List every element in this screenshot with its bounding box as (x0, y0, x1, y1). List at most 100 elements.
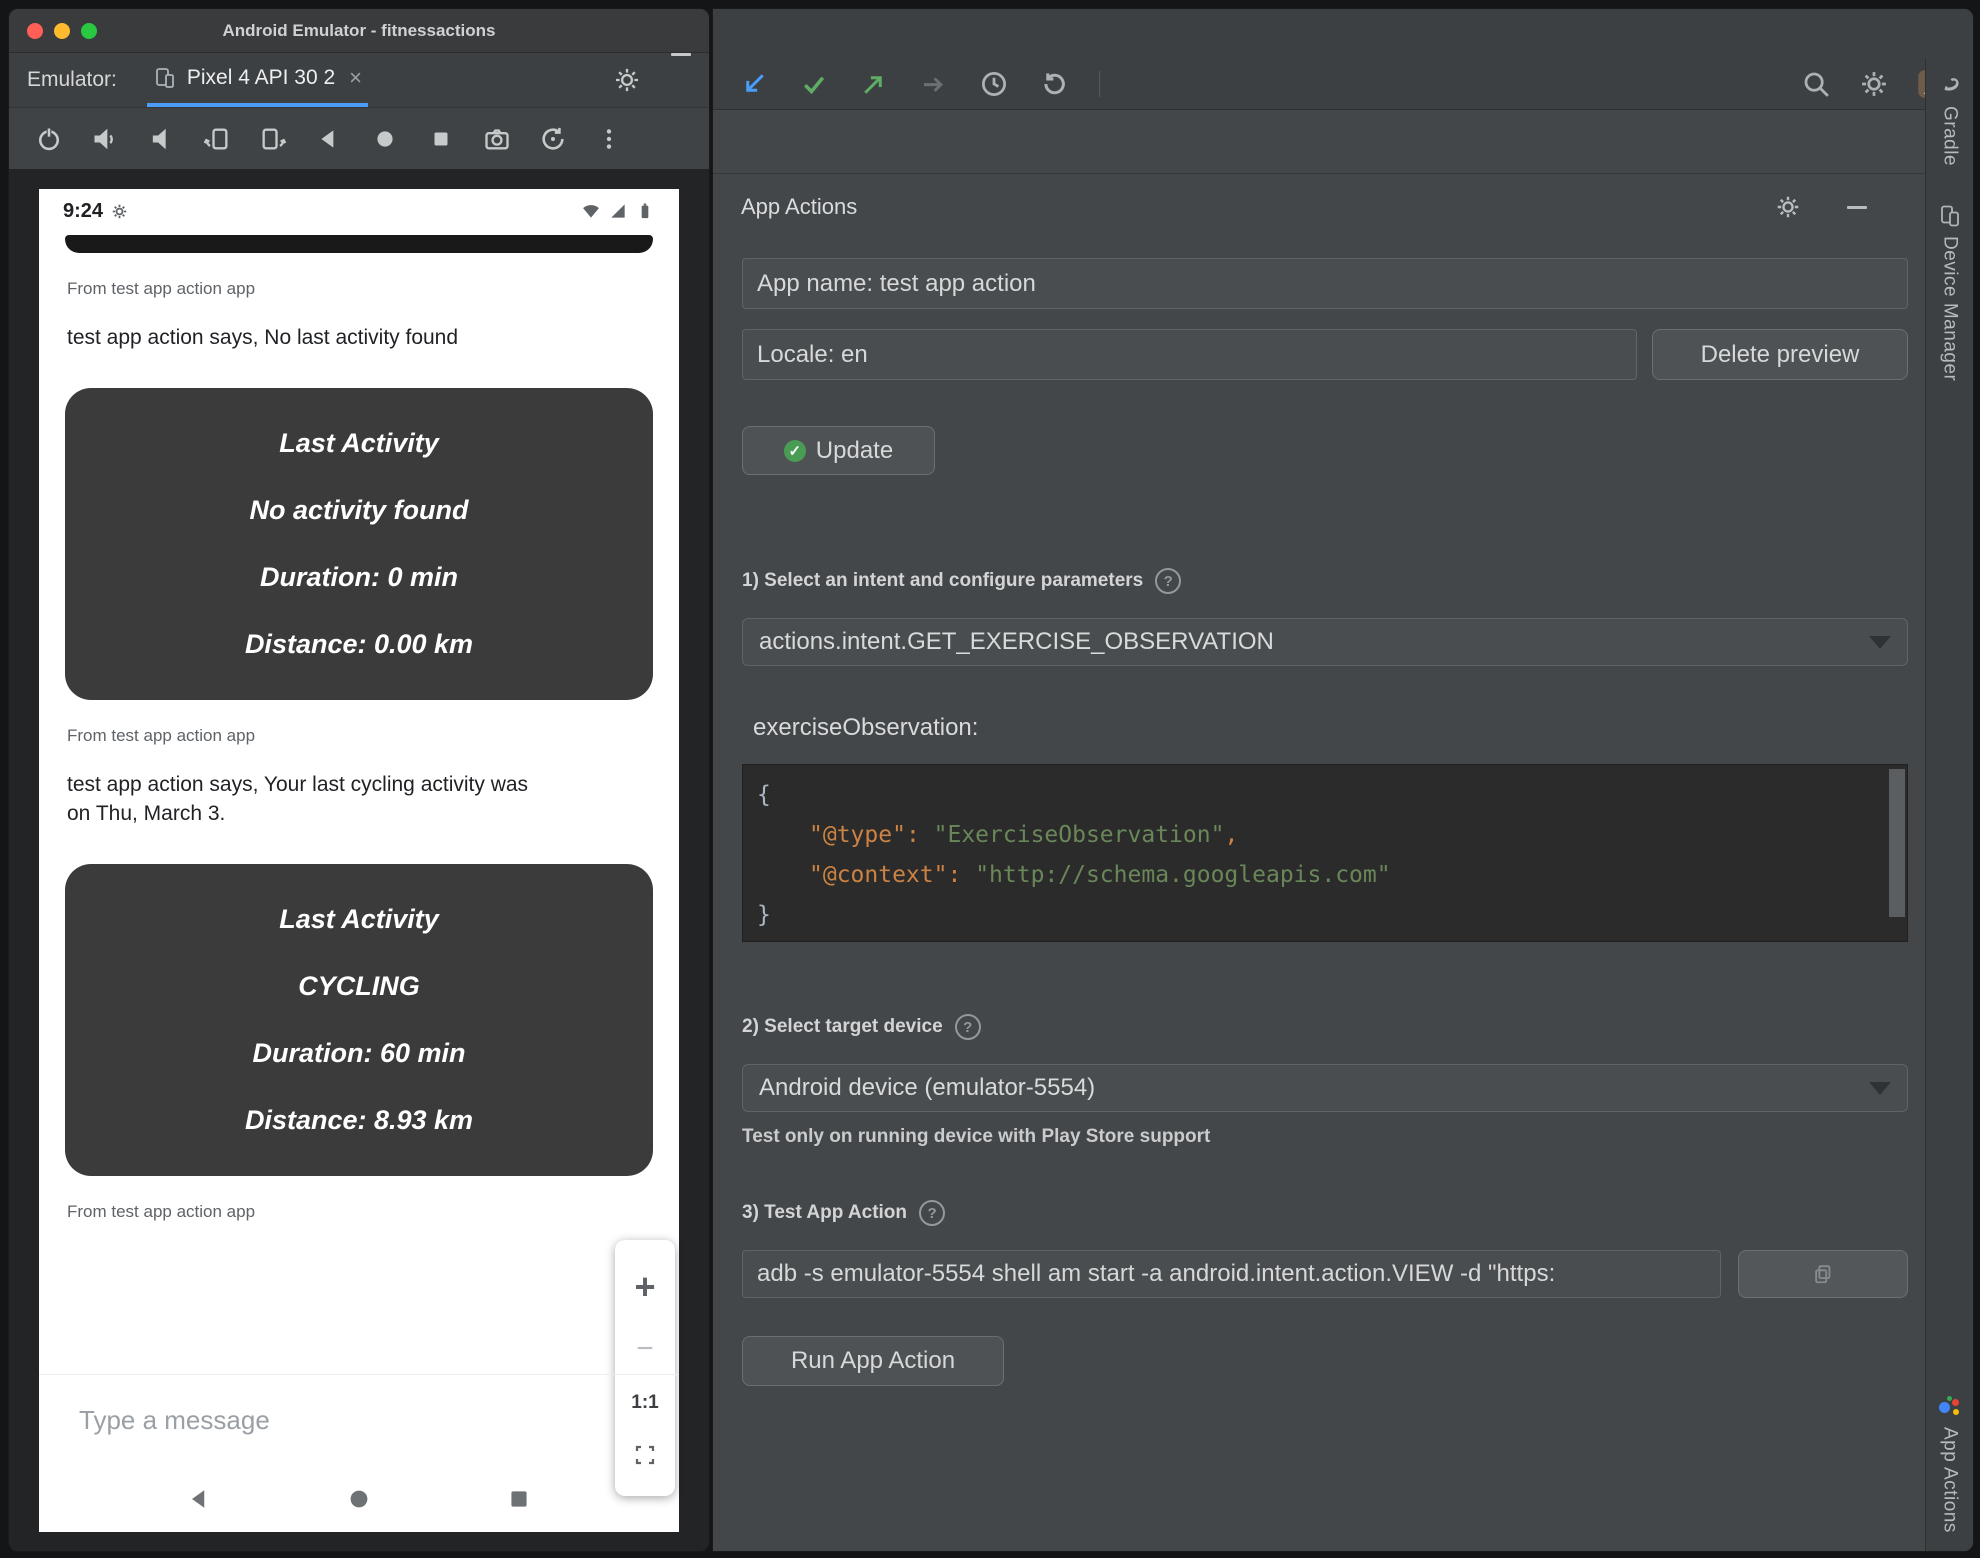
home-icon[interactable] (371, 125, 399, 153)
emulator-settings-gear-icon[interactable] (613, 66, 641, 94)
copy-icon (1812, 1263, 1834, 1285)
screen-rotate-icon[interactable] (539, 125, 567, 153)
card-distance: Distance: 8.93 km (244, 1105, 474, 1135)
tab-label: Pixel 4 API 30 2 (186, 66, 336, 89)
assistant-message: test app action says, No last activity f… (67, 326, 459, 349)
search-icon[interactable] (1801, 69, 1831, 99)
power-icon[interactable] (35, 125, 63, 153)
target-device-dropdown[interactable]: Android device (emulator-5554) (742, 1064, 1908, 1112)
rotate-right-icon[interactable] (259, 125, 287, 153)
zoom-in-button[interactable]: + (634, 1268, 655, 1305)
app-name-field[interactable] (742, 258, 1908, 309)
desktop: Android Emulator - fitnessactions Emulat… (0, 0, 1980, 1558)
message-input[interactable] (39, 1405, 487, 1436)
signal-icon (608, 201, 628, 221)
assistant-icon (1938, 1395, 1962, 1419)
intent-value: actions.intent.GET_EXERCISE_OBSERVATION (759, 628, 1274, 655)
card-title: Last Activity (279, 428, 439, 458)
emulator-window: Android Emulator - fitnessactions Emulat… (8, 8, 710, 1552)
adb-command-field[interactable] (742, 1250, 1721, 1298)
copy-command-button[interactable] (1738, 1250, 1908, 1298)
vcs-push-icon[interactable] (859, 69, 889, 99)
ide-top-strip (713, 9, 1973, 58)
back-icon[interactable] (315, 125, 343, 153)
message-source-label: From test app action app (67, 279, 256, 298)
card-duration: Duration: 0 min (259, 562, 458, 592)
message-source-label: From test app action app (67, 1202, 256, 1221)
help-icon[interactable]: ? (1155, 568, 1182, 594)
chat-conversation: From test app action app test app action… (39, 235, 679, 1222)
help-icon[interactable]: ? (919, 1200, 946, 1226)
chevron-down-icon (1869, 635, 1891, 649)
gradle-tool-button[interactable]: Gradle (1938, 74, 1962, 166)
window-title: Android Emulator - fitnessactions (222, 20, 496, 40)
tab-pixel-4-api-30[interactable]: Pixel 4 API 30 2 × (146, 53, 368, 107)
last-activity-card: Last Activity CYCLING Duration: 60 min D… (65, 864, 653, 1176)
card-duration: Duration: 60 min (252, 1038, 466, 1068)
screenshot-camera-icon[interactable] (483, 125, 511, 153)
parameter-name-label: exerciseObservation: (753, 714, 979, 741)
gradle-icon (1938, 74, 1962, 98)
settings-gear-icon[interactable] (1859, 69, 1889, 99)
chevron-down-icon (1869, 1081, 1891, 1095)
right-tool-strip: Gradle Device Manager App Actions (1925, 58, 1973, 1551)
emulator-minimize-panel-icon[interactable] (671, 53, 691, 56)
rotate-left-icon[interactable] (203, 125, 231, 153)
device-manager-tab-label: Device Manager (1939, 236, 1961, 382)
zoom-out-button[interactable]: − (636, 1333, 654, 1364)
delete-preview-button[interactable]: Delete preview (1652, 329, 1908, 380)
app-actions-tool-button[interactable]: App Actions (1938, 1395, 1962, 1533)
panel-hide-icon[interactable] (1847, 205, 1867, 209)
overview-icon[interactable] (427, 125, 455, 153)
tab-close-icon[interactable]: × (349, 65, 362, 91)
card-distance: Distance: 0.00 km (244, 629, 474, 659)
device-note: Test only on running device with Play St… (742, 1126, 1211, 1147)
app-actions-tool-window: App Actions Delete preview (713, 111, 1925, 1551)
undo-icon[interactable] (1039, 69, 1069, 99)
section-2-label: 2) Select target device (742, 1016, 943, 1037)
status-time: 9:24 (63, 199, 104, 222)
card-activity: No activity found (249, 495, 469, 525)
previous-card-edge (65, 235, 653, 253)
panel-title: App Actions (741, 194, 858, 219)
intent-params-editor[interactable]: { "@type": "ExerciseObservation", "@cont… (742, 764, 1908, 942)
help-icon[interactable]: ? (954, 1014, 981, 1040)
panel-settings-gear-icon[interactable] (1775, 194, 1801, 220)
volume-up-icon[interactable] (91, 125, 119, 153)
nav-overview-icon[interactable] (505, 1485, 533, 1513)
nav-home-icon[interactable] (345, 1485, 373, 1513)
device-manager-tool-button[interactable]: Device Manager (1938, 204, 1962, 381)
update-button[interactable]: ✓ Update (742, 426, 935, 475)
editor-scrollbar[interactable] (1889, 769, 1905, 917)
last-activity-card: Last Activity No activity found Duration… (65, 388, 653, 700)
emulator-controls-bar (9, 107, 709, 169)
volume-down-icon[interactable] (147, 125, 175, 153)
message-source-label: From test app action app (67, 726, 256, 745)
update-label: Update (815, 436, 894, 464)
emulator-label: Emulator: (27, 68, 117, 91)
battery-icon (635, 201, 655, 221)
nav-back-icon[interactable] (185, 1485, 213, 1513)
intent-dropdown[interactable]: actions.intent.GET_EXERCISE_OBSERVATION (742, 618, 1908, 666)
run-app-action-button[interactable]: Run App Action (742, 1336, 1004, 1386)
vcs-update-icon[interactable] (739, 69, 769, 99)
more-options-kebab-icon[interactable] (595, 125, 623, 153)
update-check-icon: ✓ (783, 439, 806, 462)
assistant-message: test app action says, Your last cycling … (67, 773, 529, 825)
device-value: Android device (emulator-5554) (759, 1074, 1096, 1101)
emulator-toolbar: Emulator: Pixel 4 API 30 2 × (9, 53, 709, 107)
card-activity: CYCLING (298, 971, 420, 1001)
toolbar-separator (1099, 70, 1100, 97)
gradle-tab-label: Gradle (1939, 106, 1961, 167)
run-forward-icon[interactable] (919, 69, 949, 99)
card-title: Last Activity (279, 904, 439, 934)
wifi-icon (581, 201, 601, 221)
locale-field[interactable] (742, 329, 1637, 380)
section-3-label: 3) Test App Action (742, 1202, 908, 1223)
history-clock-icon[interactable] (979, 69, 1009, 99)
vcs-commit-icon[interactable] (799, 69, 829, 99)
phone-screen: 9:24 From test app action app test app a… (39, 189, 679, 1532)
android-navbar (39, 1466, 679, 1532)
panel-header: App Actions (713, 174, 1925, 240)
device-icon (153, 66, 177, 90)
